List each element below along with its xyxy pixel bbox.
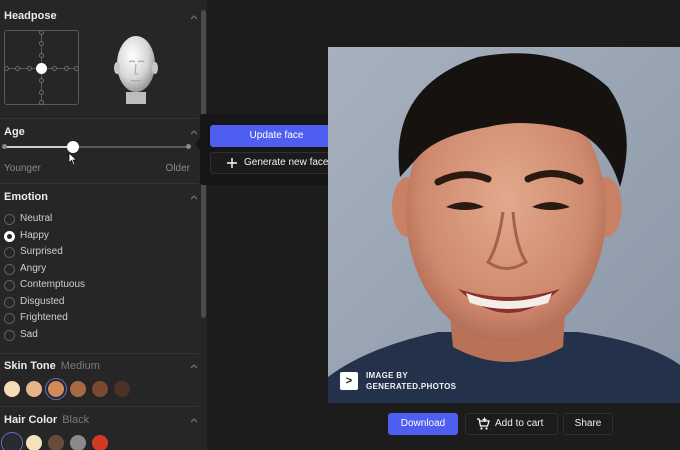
head-model-image (114, 36, 158, 104)
hair-color-title: Hair Color Black (4, 414, 89, 426)
radio-button[interactable] (4, 280, 15, 291)
radio-button[interactable] (4, 263, 15, 275)
hair-color-swatch-5[interactable] (92, 435, 108, 450)
update-face-button[interactable]: Update face (210, 125, 343, 147)
hair-color-swatch-1[interactable] (4, 435, 20, 450)
emotion-option-label: Sad (20, 328, 38, 340)
download-button[interactable]: Download (388, 413, 458, 435)
headpose-pad[interactable] (4, 30, 79, 105)
add-to-cart-button[interactable]: Add to cart (465, 413, 558, 435)
add-to-cart-label: Add to cart (495, 418, 544, 429)
emotion-option-label: Surprised (20, 246, 63, 257)
chevron-up-icon[interactable] (189, 127, 199, 137)
age-slider-fill (4, 146, 73, 148)
skin-tone-swatch-1[interactable] (4, 381, 20, 397)
radio-button[interactable] (4, 313, 15, 324)
skin-tone-label: Skin Tone (4, 360, 56, 372)
chevron-up-icon[interactable] (189, 192, 199, 202)
cart-icon (477, 417, 490, 430)
radio-button[interactable] (4, 247, 15, 258)
emotion-option-label: Happy (20, 229, 49, 241)
generated-photos-logo-icon: > (340, 372, 358, 390)
generate-new-face-button[interactable]: Generate new face (210, 152, 343, 174)
plus-icon (227, 158, 237, 168)
skin-tone-swatch-3[interactable] (48, 381, 64, 397)
skin-tone-swatch-5[interactable] (92, 381, 108, 397)
chevron-up-icon[interactable] (189, 361, 199, 371)
radio-button[interactable] (4, 296, 15, 308)
share-button[interactable]: Share (563, 413, 613, 435)
generated-face-photo (328, 47, 680, 403)
generate-new-face-label: Generate new face (244, 157, 329, 168)
watermark-line-1: IMAGE BY (366, 371, 408, 380)
sidebar: Headpose Age Younger Older Emotion Neutr… (0, 0, 207, 450)
face-portrait-image (328, 47, 680, 403)
skin-tone-swatch-2[interactable] (26, 381, 42, 397)
hair-color-swatch-2[interactable] (26, 435, 42, 450)
radio-button[interactable] (4, 329, 15, 341)
chevron-up-icon[interactable] (189, 415, 199, 425)
chevron-up-icon[interactable] (189, 12, 199, 22)
emotion-option-label: Angry (20, 262, 47, 274)
age-slider-min-dot (2, 144, 7, 149)
watermark-line-2: GENERATED.PHOTOS (366, 382, 457, 391)
age-max-label: Older (165, 163, 190, 174)
headpose-title: Headpose (4, 10, 57, 22)
emotion-option-label: Frightened (20, 312, 68, 323)
skin-tone-swatch-6[interactable] (114, 381, 130, 397)
radio-button[interactable] (4, 214, 15, 225)
hair-color-label: Hair Color (4, 414, 58, 426)
age-title: Age (4, 126, 25, 138)
hair-color-swatch-3[interactable] (48, 435, 64, 450)
radio-button[interactable] (4, 230, 15, 242)
generated-photos-watermark: > IMAGE BY GENERATED.PHOTOS (340, 370, 458, 392)
age-slider-max-dot (186, 144, 191, 149)
mouse-cursor-icon (68, 152, 78, 166)
skin-tone-swatch-4[interactable] (70, 381, 86, 397)
hair-color-swatch-4[interactable] (70, 435, 86, 450)
emotion-option-label: Neutral (20, 213, 53, 224)
emotion-option-label: Disgusted (20, 295, 65, 307)
emotion-title: Emotion (4, 191, 48, 203)
skin-tone-value: Medium (60, 360, 100, 372)
headpose-handle[interactable] (36, 63, 47, 74)
watermark-text: IMAGE BY GENERATED.PHOTOS (366, 370, 456, 392)
skin-tone-title: Skin Tone Medium (4, 360, 100, 372)
emotion-option-label: Contemptuous (20, 279, 86, 290)
age-min-label: Younger (4, 163, 41, 174)
hair-color-value: Black (62, 414, 90, 426)
